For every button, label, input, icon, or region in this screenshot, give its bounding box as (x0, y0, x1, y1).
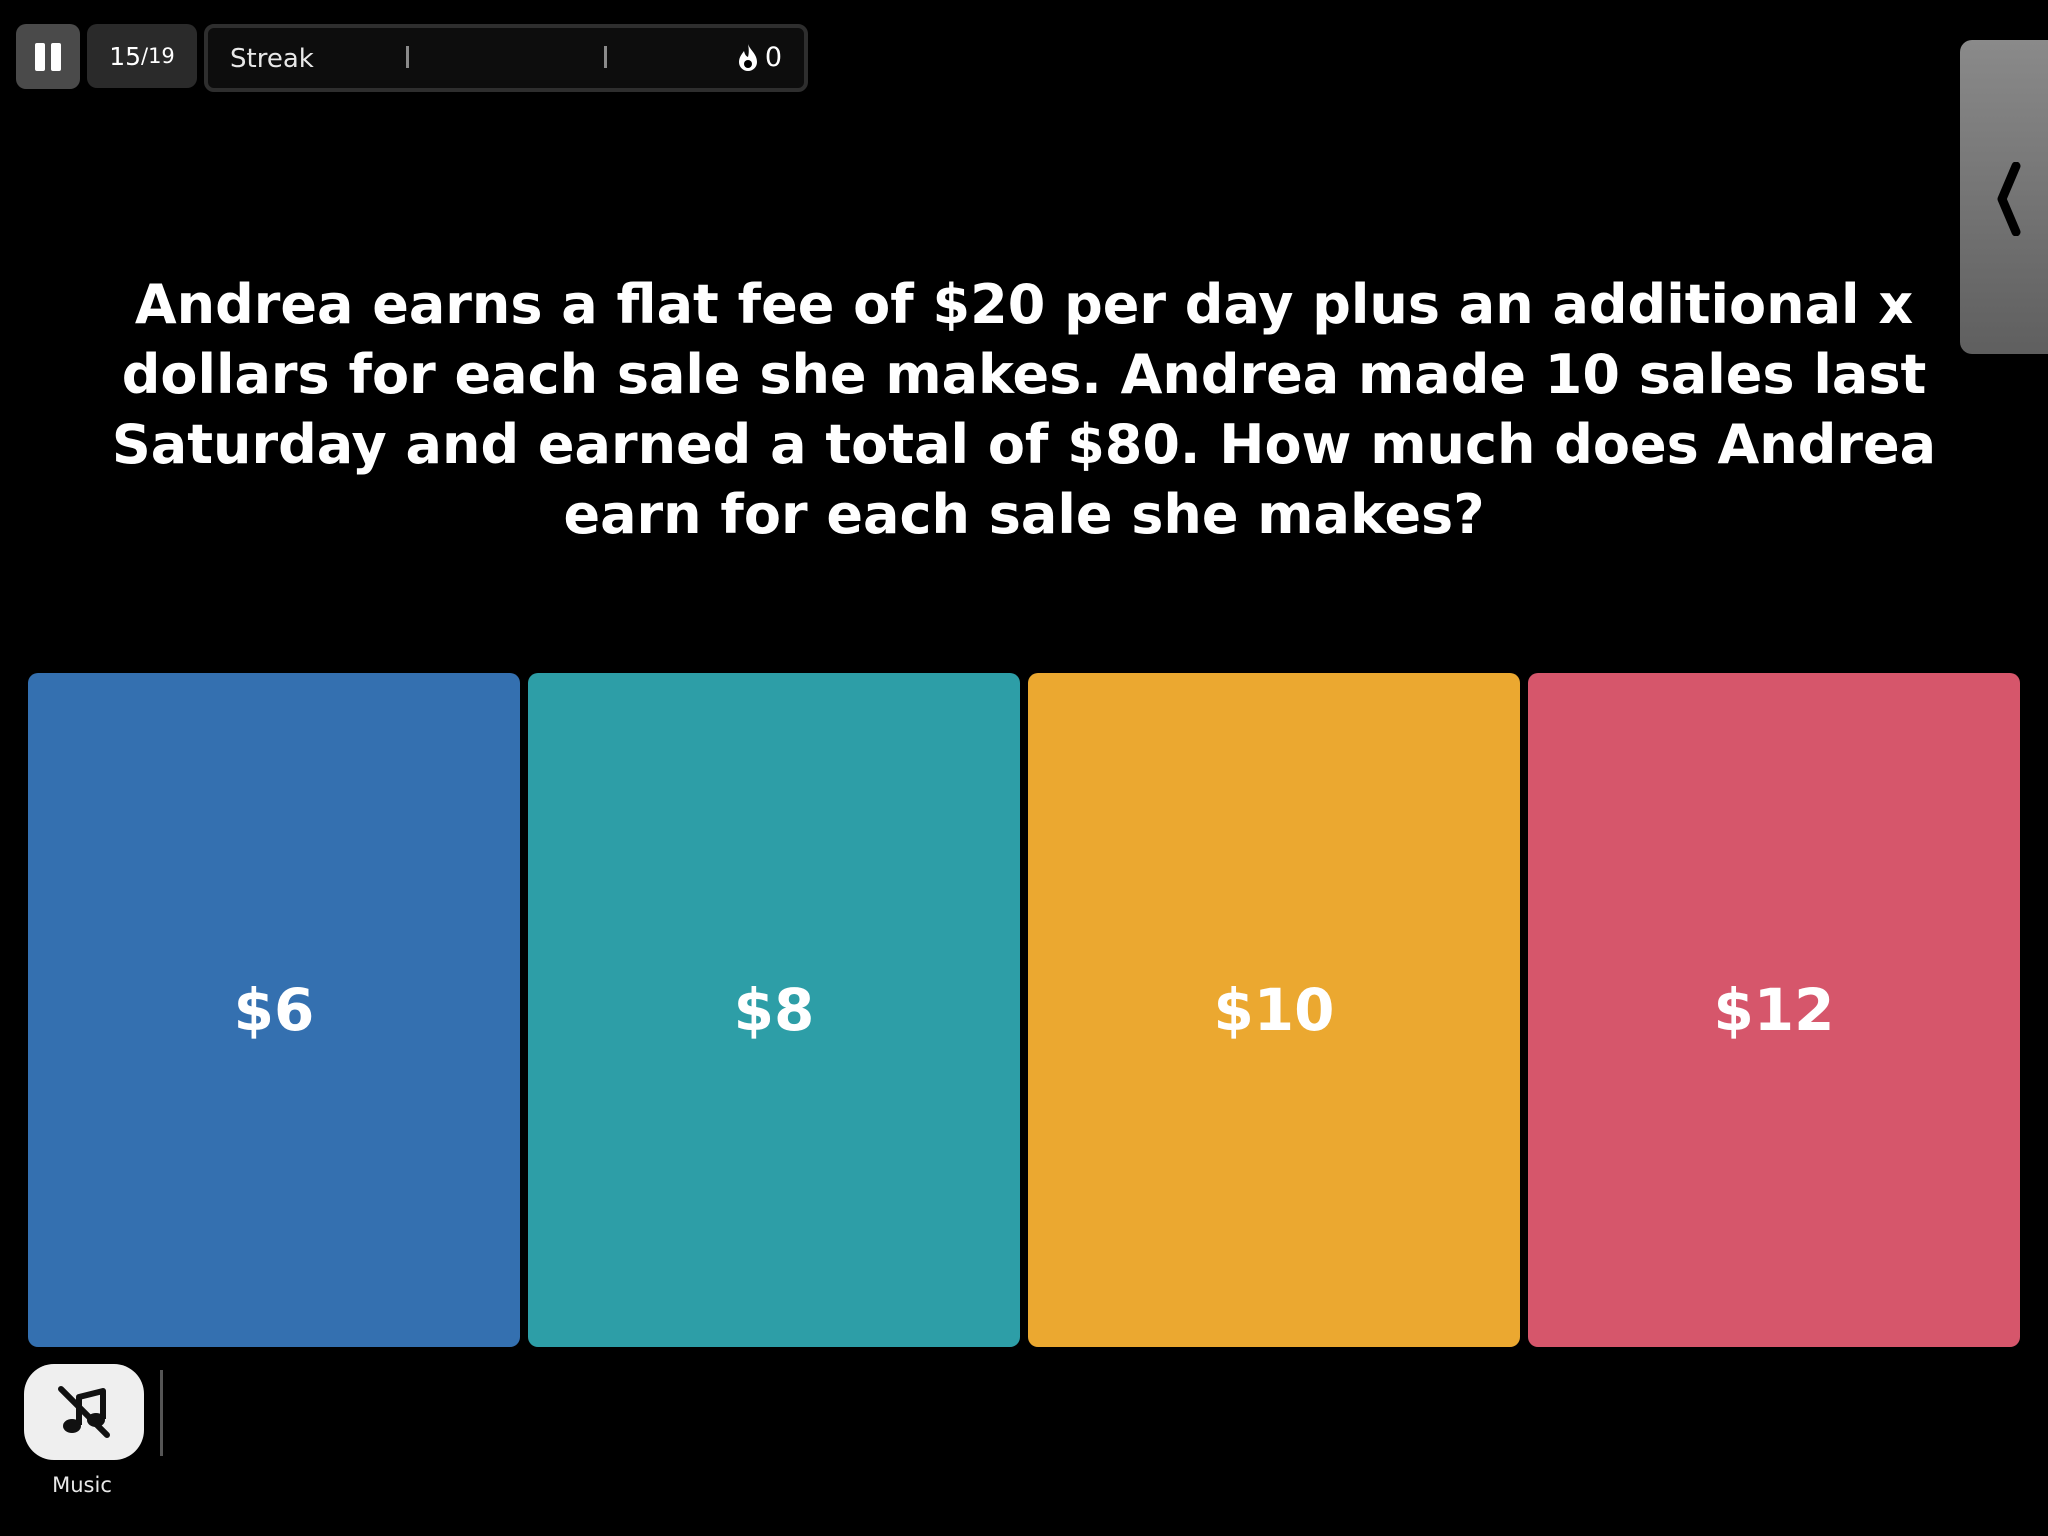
answer-option-4[interactable]: $12 (1528, 673, 2020, 1347)
answer-option-2[interactable]: $8 (528, 673, 1020, 1347)
question-total: /19 (141, 44, 175, 68)
streak-tick (406, 46, 409, 68)
question-counter: 15/19 (87, 24, 197, 88)
streak-counter: 0 (737, 42, 782, 73)
chevron-left-icon (1997, 162, 2021, 236)
music-toggle-button[interactable] (24, 1364, 144, 1460)
question-text: Andrea earns a flat fee of $20 per day p… (111, 273, 1937, 546)
pause-button[interactable] (16, 24, 80, 89)
question-current: 15 (109, 41, 141, 71)
streak-label: Streak (230, 44, 314, 74)
pause-icon (35, 42, 45, 71)
answer-option-3[interactable]: $10 (1028, 673, 1520, 1347)
music-label: Music (52, 1473, 112, 1497)
streak-tick (604, 46, 607, 68)
music-muted-icon (58, 1386, 110, 1438)
answer-option-1[interactable]: $6 (28, 673, 520, 1347)
streak-count: 0 (764, 42, 782, 73)
streak-bar: Streak 0 (204, 24, 808, 92)
answer-options: $6 $8 $10 $12 (28, 673, 2020, 1347)
divider (160, 1370, 163, 1456)
flame-icon (738, 43, 757, 71)
